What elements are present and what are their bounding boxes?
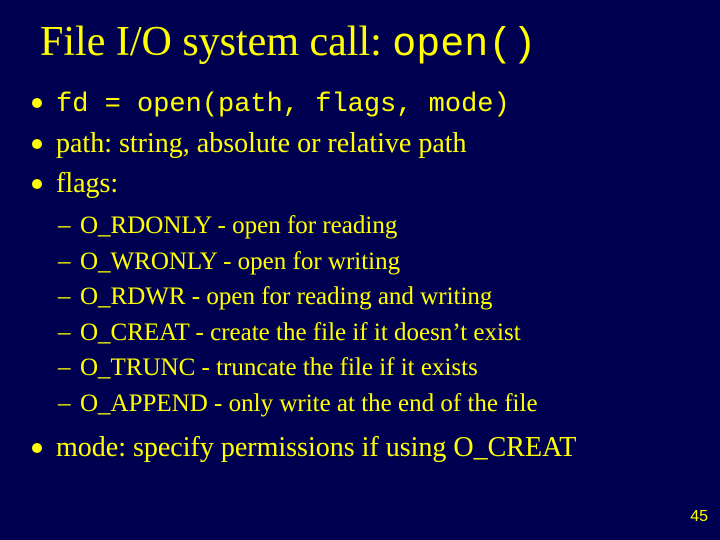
main-bullet-list-2: mode: specify permissions if using O_CRE…	[0, 429, 720, 467]
flag-wronly: O_WRONLY - open for writing	[58, 245, 720, 280]
bullet-flags: flags:	[28, 165, 690, 203]
flags-sublist: O_RDONLY - open for reading O_WRONLY - o…	[0, 209, 720, 421]
flag-creat: O_CREAT - create the file if it doesn’t …	[58, 316, 720, 351]
bullet-signature: fd = open(path, flags, mode)	[28, 84, 690, 123]
bullet-mode: mode: specify permissions if using O_CRE…	[28, 429, 690, 467]
flag-trunc: O_TRUNC - truncate the file if it exists	[58, 351, 720, 386]
title-code: open()	[392, 23, 536, 68]
title-text: File I/O system call:	[40, 19, 392, 65]
slide-title: File I/O system call: open()	[0, 0, 720, 76]
code-signature: fd = open(path, flags, mode)	[56, 90, 510, 120]
page-number: 45	[690, 508, 708, 526]
main-bullet-list: fd = open(path, flags, mode) path: strin…	[0, 84, 720, 203]
flag-append: O_APPEND - only write at the end of the …	[58, 387, 720, 422]
flag-rdwr: O_RDWR - open for reading and writing	[58, 280, 720, 315]
flag-rdonly: O_RDONLY - open for reading	[58, 209, 720, 244]
bullet-path: path: string, absolute or relative path	[28, 125, 690, 163]
